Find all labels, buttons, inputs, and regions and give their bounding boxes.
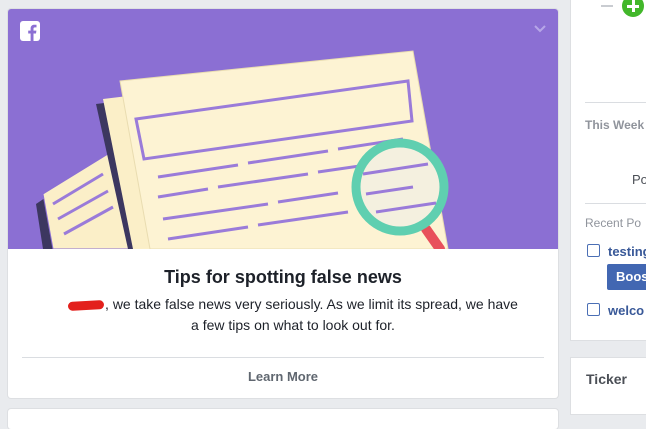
edit-post-icon	[587, 244, 600, 257]
next-card	[8, 409, 558, 429]
recent-post-link[interactable]: welco	[608, 303, 644, 318]
facebook-icon	[20, 21, 40, 41]
ticker-heading[interactable]: Ticker	[586, 371, 627, 387]
newspaper-illustration	[36, 50, 449, 249]
recent-post-link[interactable]: testing	[608, 244, 646, 259]
hero-illustration	[8, 9, 558, 249]
boost-post-button[interactable]: Boos	[607, 264, 646, 290]
learn-more-button[interactable]: Learn More	[8, 369, 558, 384]
redacted-name	[67, 299, 105, 311]
edit-post-icon	[587, 303, 600, 316]
sidebar-separator	[585, 102, 646, 103]
card-description: , we take false news very seriously. As …	[67, 294, 518, 336]
chevron-down-icon[interactable]	[532, 23, 548, 35]
sidebar-separator	[585, 203, 646, 204]
posts-label[interactable]: Po	[632, 172, 646, 187]
sidebar-divider-mark	[601, 5, 613, 7]
card-description-text: , we take false news very seriously. As …	[105, 296, 518, 333]
card-headline: Tips for spotting false news	[164, 267, 402, 287]
recent-posts-heading: Recent Po	[585, 216, 642, 230]
this-week-heading: This Week	[585, 118, 645, 132]
card-divider	[22, 357, 544, 358]
news-tip-card: Tips for spotting false news , we take f…	[8, 9, 558, 398]
